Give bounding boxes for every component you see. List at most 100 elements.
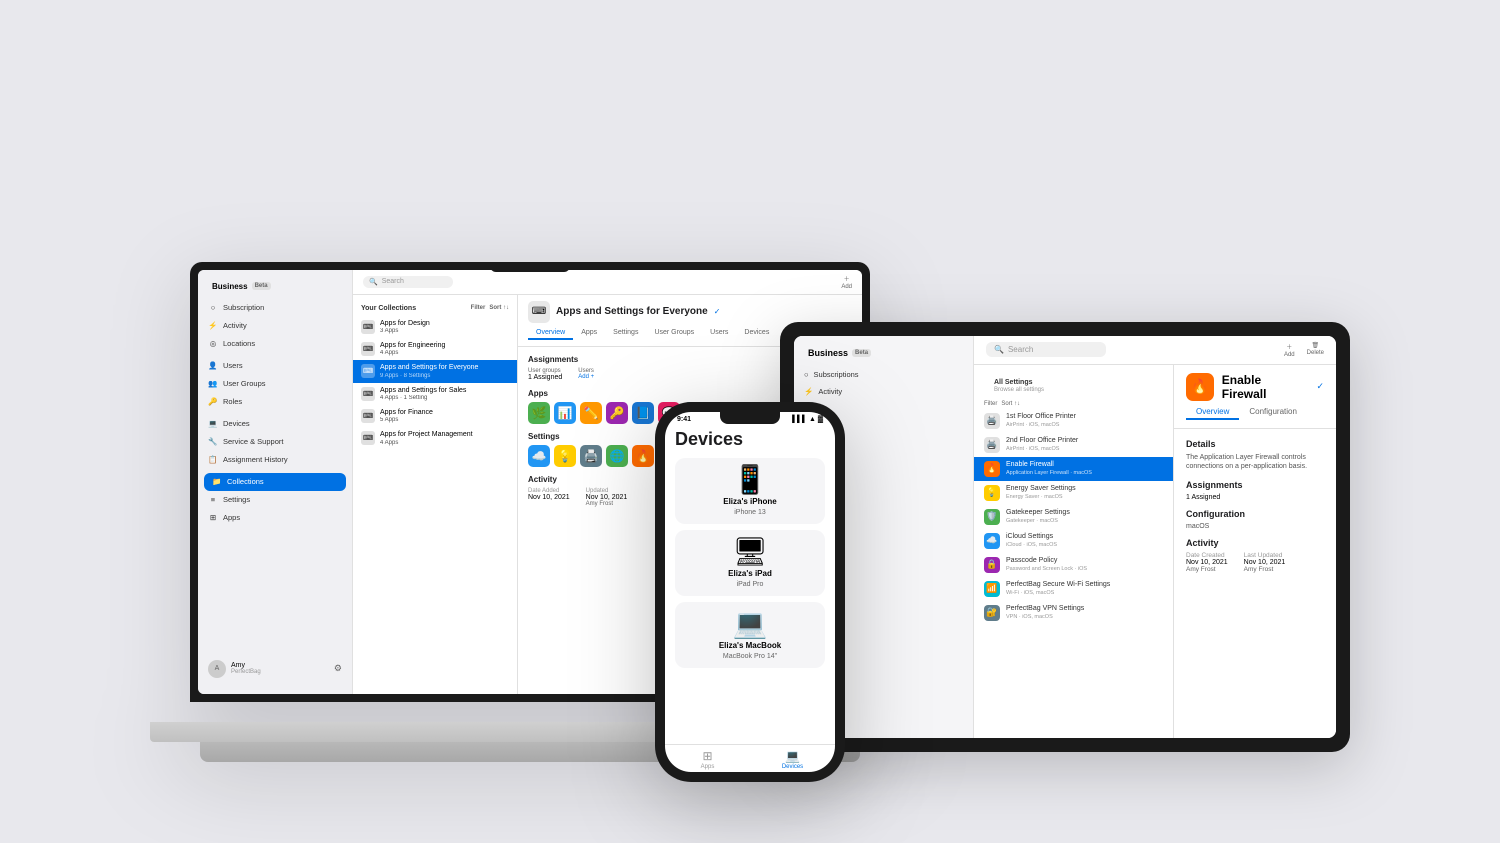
ipad-setting-wifi[interactable]: 📶 PerfectBag Secure Wi-Fi Settings Wi-Fi… [974, 577, 1173, 601]
sidebar-item-assignment-history[interactable]: 📋 Assignment History [198, 451, 352, 469]
ipad-detail-title: Enable Firewall [1222, 373, 1309, 401]
sidebar-item-apps[interactable]: ⊞ Apps [198, 509, 352, 527]
sidebar-item-settings[interactable]: ≡ Settings [198, 491, 352, 509]
mac-toolbar: 🔍 Search ＋ Add [353, 270, 862, 295]
date-added-group: Date Added Nov 10, 2021 [528, 488, 570, 507]
users-add-link[interactable]: Add + [578, 374, 594, 380]
iphone-screen: 9:41 ▌▌▌ ▲ ▓ Devices 📱 Eliza's iPhone iP… [665, 412, 835, 772]
ipad-setting-icloud[interactable]: ☁️ iCloud Settings iCloud · iOS, macOS [974, 529, 1173, 553]
iphone-time: 9:41 [677, 416, 691, 423]
setting-icon-4: 🔥 [632, 445, 654, 467]
battery-icon: ▓ [818, 416, 823, 423]
ipad-logo: Business Beta [794, 344, 973, 366]
search-placeholder: Search [382, 278, 404, 285]
ipad-assignments-label: Assignments [1186, 480, 1324, 490]
ipad-sort-label[interactable]: Sort ↑↓ [1001, 401, 1020, 407]
ipad-setting-printer1[interactable]: 🖨️ 1st Floor Office Printer AirPrint · i… [974, 409, 1173, 433]
collection-item-pm[interactable]: ⌨ Apps for Project Management 4 Apps [353, 427, 517, 449]
ipad-activity-label: Activity [1186, 538, 1324, 548]
ipad-nav-activity[interactable]: ⚡ Activity [794, 383, 973, 400]
iphone-device-card-2[interactable]: 💻 Eliza's MacBook MacBook Pro 14" [675, 602, 825, 668]
devices-label: Devices [223, 419, 250, 428]
settings-gear-icon[interactable]: ⚙ [334, 663, 342, 674]
user-groups-assign: User groups 1 Assigned [528, 368, 562, 381]
ipad-setting-energy[interactable]: 💡 Energy Saver Settings Energy Saver · m… [974, 481, 1173, 505]
ipad-configuration-label: Configuration [1186, 509, 1324, 519]
collection-icon-everyone: ⌨ [361, 364, 375, 378]
subscription-icon: ○ [208, 303, 218, 313]
ipad-sub-label: Subscriptions [814, 370, 859, 379]
iphone-device-card-1[interactable]: 🖥 Eliza's iPad iPad Pro [675, 530, 825, 596]
ipad-setting-sub-2: Application Layer Firewall · macOS [1006, 470, 1092, 476]
app-icon-2: ✏️ [580, 402, 602, 424]
tab-user-groups[interactable]: User Groups [646, 327, 702, 340]
ipad-setting-passcode[interactable]: 🔒 Passcode Policy Password and Screen Lo… [974, 553, 1173, 577]
ipad-date-created-label: Date Created [1186, 552, 1228, 559]
sidebar-item-subscription[interactable]: ○ Subscription [198, 299, 352, 317]
sidebar-item-user-groups[interactable]: 👥 User Groups [198, 375, 352, 393]
ipad-tab-overview[interactable]: Overview [1186, 405, 1239, 420]
devices-icon: 💻 [208, 419, 218, 429]
ipad-beta-badge: Beta [852, 349, 871, 357]
ipad-detail-col-left: Details The Application Layer Firewall c… [1186, 439, 1324, 728]
app-icon-0: 🌿 [528, 402, 550, 424]
col-sub-everyone: 9 Apps · 8 Settings [380, 373, 478, 379]
iphone-device-model-1: iPad Pro [737, 581, 764, 588]
sort-label[interactable]: Sort ↑↓ [489, 305, 509, 311]
collection-item-design[interactable]: ⌨ Apps for Design 3 Apps [353, 316, 517, 338]
sidebar-item-service[interactable]: 🔧 Service & Support [198, 433, 352, 451]
sidebar-item-devices[interactable]: 💻 Devices [198, 415, 352, 433]
tab-apps[interactable]: Apps [573, 327, 605, 340]
ipad-activity-row: Date Created Nov 10, 2021 Amy Frost Last… [1186, 552, 1324, 573]
tab-overview[interactable]: Overview [528, 327, 573, 340]
collection-item-everyone[interactable]: ⌨ Apps and Settings for Everyone 9 Apps … [353, 360, 517, 382]
ipad-setting-printer2[interactable]: 🖨️ 2nd Floor Office Printer AirPrint · i… [974, 433, 1173, 457]
iphone-tab-apps[interactable]: ⊞ Apps [665, 749, 750, 770]
ipad-setting-gatekeeper[interactable]: 🛡️ Gatekeeper Settings Gatekeeper · macO… [974, 505, 1173, 529]
devices-tab-icon: 💻 [785, 749, 800, 763]
mac-search[interactable]: 🔍 Search [363, 276, 453, 288]
users-assign: Users Add + [578, 368, 594, 381]
ipad-date-created-val: Nov 10, 2021 [1186, 559, 1228, 566]
ipad-brand-name: Business [808, 348, 848, 358]
filter-label[interactable]: Filter [471, 305, 486, 311]
ipad-add-button[interactable]: ＋ Add [1284, 342, 1295, 358]
ipad-search[interactable]: 🔍 Search [986, 342, 1106, 357]
history-icon: 📋 [208, 455, 218, 465]
collection-item-engineering[interactable]: ⌨ Apps for Engineering 4 Apps [353, 338, 517, 360]
ipad-setting-sub-8: VPN · iOS, macOS [1006, 614, 1084, 620]
setting-icon-2: 🖨️ [580, 445, 602, 467]
activity-label: Activity [223, 321, 247, 330]
wifi-icon: ▲ [809, 416, 816, 423]
sidebar-item-activity[interactable]: ⚡ Activity [198, 317, 352, 335]
tab-settings[interactable]: Settings [605, 327, 646, 340]
ipad-tab-configuration[interactable]: Configuration [1239, 405, 1307, 420]
sidebar-item-roles[interactable]: 🔑 Roles [198, 393, 352, 411]
iphone-tab-devices[interactable]: 💻 Devices [750, 749, 835, 770]
user-org: PerfectBag [231, 669, 261, 675]
ipad-filter-label[interactable]: Filter [984, 401, 997, 407]
collections-icon: 📁 [212, 477, 222, 487]
sidebar-item-locations[interactable]: ◎ Locations [198, 335, 352, 353]
sidebar-item-collections[interactable]: 📁 Collections [204, 473, 346, 491]
collections-title: Your Collections [361, 305, 416, 312]
collection-item-sales[interactable]: ⌨ Apps and Settings for Sales 4 Apps · 1… [353, 383, 517, 405]
tab-users[interactable]: Users [702, 327, 736, 340]
col-name-everyone: Apps and Settings for Everyone [380, 364, 478, 372]
add-button[interactable]: ＋ Add [841, 274, 852, 290]
ipad-setting-firewall[interactable]: 🔥 Enable Firewall Application Layer Fire… [974, 457, 1173, 481]
collection-icon-sales: ⌨ [361, 387, 375, 401]
tab-devices[interactable]: Devices [736, 327, 777, 340]
ipad-last-updated: Last Updated Nov 10, 2021 Amy Frost [1244, 552, 1286, 573]
detail-title-suffix: ✓ [714, 307, 721, 316]
app-icon-4: 📘 [632, 402, 654, 424]
sidebar-item-users[interactable]: 👤 Users [198, 357, 352, 375]
ipad-delete-button[interactable]: 🗑 Delete [1307, 342, 1324, 358]
ipad-setting-name-3: Energy Saver Settings [1006, 485, 1076, 493]
col-sub-design: 3 Apps [380, 328, 430, 334]
iphone-device-card-0[interactable]: 📱 Eliza's iPhone iPhone 13 [675, 458, 825, 524]
ipad-settings-header-group: All Settings Browse all settings [974, 371, 1173, 399]
ipad-setting-vpn[interactable]: 🔐 PerfectBag VPN Settings VPN · iOS, mac… [974, 601, 1173, 625]
ipad-nav-subscriptions[interactable]: ○ Subscriptions [794, 366, 973, 383]
collection-item-finance[interactable]: ⌨ Apps for Finance 5 Apps [353, 405, 517, 427]
